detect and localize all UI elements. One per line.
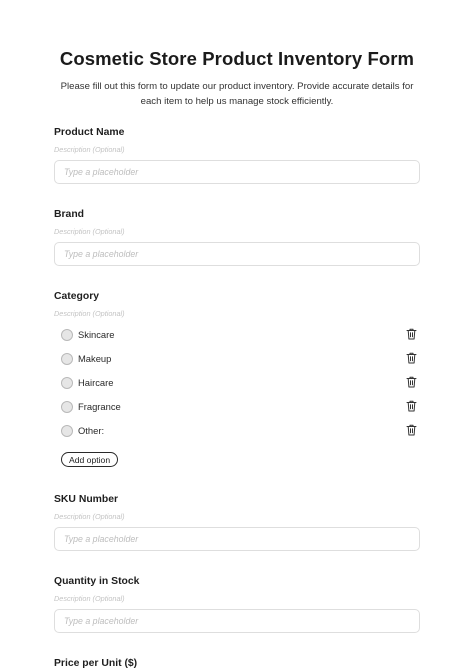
product-name-input[interactable]	[55, 161, 404, 183]
trash-icon[interactable]	[406, 328, 417, 340]
category-option-fragrance[interactable]: Fragrance	[54, 399, 420, 417]
quantity-in-stock-label: Quantity in Stock	[54, 576, 140, 587]
option-label: Skincare	[78, 329, 115, 340]
category-option-makeup[interactable]: Makeup	[54, 351, 420, 369]
brand-field[interactable]	[54, 242, 420, 266]
radio-button[interactable]	[61, 329, 73, 341]
option-label: Other:	[78, 425, 105, 436]
category-description: Description (Optional)	[54, 309, 125, 318]
product-name-description: Description (Optional)	[54, 145, 125, 154]
radio-button[interactable]	[61, 425, 73, 437]
trash-icon[interactable]	[406, 376, 417, 388]
sku-number-field[interactable]	[54, 527, 420, 551]
product-name-field[interactable]	[54, 160, 420, 184]
category-option-haircare[interactable]: Haircare	[54, 375, 420, 393]
trash-icon[interactable]	[406, 352, 417, 364]
option-label: Haircare	[78, 377, 114, 388]
sku-number-label: SKU Number	[54, 494, 119, 505]
category-option-other[interactable]: Other:	[54, 423, 420, 441]
brand-label: Brand	[54, 209, 85, 220]
product-name-label: Product Name	[54, 127, 125, 138]
form-title: Cosmetic Store Product Inventory Form	[59, 48, 415, 69]
add-option-button[interactable]: Add option	[61, 452, 119, 467]
brand-description: Description (Optional)	[54, 227, 125, 236]
quantity-in-stock-input[interactable]	[55, 610, 404, 632]
radio-button[interactable]	[61, 401, 73, 413]
form-page: Cosmetic Store Product Inventory Form Pl…	[0, 0, 474, 671]
price-per-unit-label: Price per Unit ($)	[54, 658, 138, 669]
form-subtitle: Please fill out this form to update our …	[60, 81, 414, 107]
category-option-skincare[interactable]: Skincare	[54, 327, 420, 345]
option-label: Makeup	[78, 353, 112, 364]
trash-icon[interactable]	[406, 424, 417, 436]
brand-input[interactable]	[55, 243, 404, 265]
quantity-in-stock-description: Description (Optional)	[54, 594, 125, 603]
trash-icon[interactable]	[406, 400, 417, 412]
quantity-in-stock-field[interactable]	[54, 609, 420, 633]
sku-number-input[interactable]	[55, 528, 404, 550]
sku-number-description: Description (Optional)	[54, 512, 125, 521]
radio-button[interactable]	[61, 377, 73, 389]
category-label: Category	[54, 291, 100, 302]
radio-button[interactable]	[61, 353, 73, 365]
option-label: Fragrance	[78, 401, 121, 412]
